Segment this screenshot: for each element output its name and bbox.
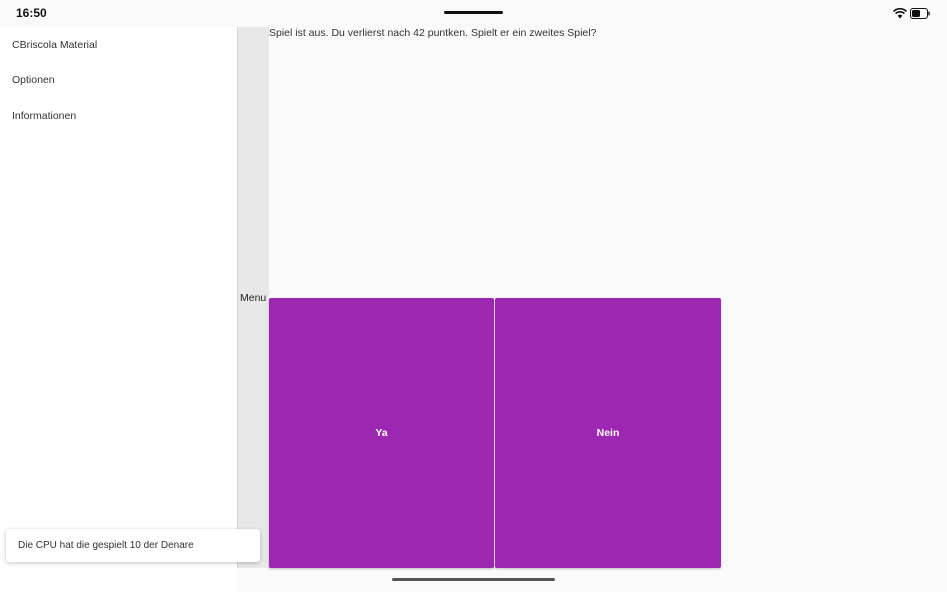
- snackbar-text: Die CPU hat die gespielt 10 der Denare: [18, 540, 194, 551]
- multitasking-indicator[interactable]: [444, 11, 503, 14]
- no-button[interactable]: Nein: [495, 298, 721, 568]
- home-indicator[interactable]: [392, 578, 555, 581]
- menu-label: Menu: [240, 292, 267, 304]
- app-screen: 16:50 CBriscola Material Optionen Inform…: [0, 0, 947, 592]
- status-bar: 16:50: [0, 0, 947, 27]
- status-time: 16:50: [16, 6, 47, 20]
- drawer-item-cbriscola-material[interactable]: CBriscola Material: [12, 39, 97, 51]
- menu-toggle-strip[interactable]: Menu: [237, 27, 269, 568]
- snackbar: Die CPU hat die gespielt 10 der Denare: [6, 529, 260, 562]
- navigation-drawer: CBriscola Material Optionen Informatione…: [0, 27, 237, 592]
- battery-icon: [910, 8, 930, 19]
- drawer-item-informationen[interactable]: Informationen: [12, 110, 76, 122]
- drawer-item-optionen[interactable]: Optionen: [12, 74, 55, 86]
- yes-button[interactable]: Ya: [269, 298, 494, 568]
- wifi-icon: [893, 8, 907, 19]
- game-over-message: Spiel ist aus. Du verlierst nach 42 punt…: [269, 27, 597, 39]
